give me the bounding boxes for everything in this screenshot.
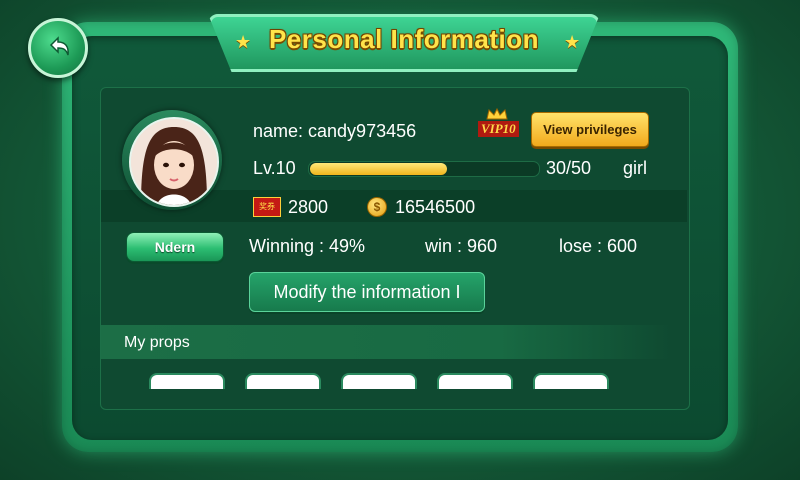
exp-progress-bar [308, 161, 540, 177]
vip-badge: VIP10 [478, 121, 519, 137]
coin-icon: $ [367, 197, 387, 217]
exp-progress-fill [310, 163, 447, 175]
coin-count: 16546500 [395, 197, 476, 217]
modify-information-button[interactable]: Modify the information I [249, 272, 485, 312]
props-title: My props [124, 334, 190, 351]
title-button[interactable]: Ndern [126, 232, 224, 262]
crown-icon [486, 108, 508, 120]
prop-slot[interactable] [533, 373, 609, 389]
back-button[interactable] [28, 18, 88, 78]
player-name: name: candy973456 [253, 121, 417, 141]
view-privileges-button[interactable]: View privileges [531, 112, 649, 147]
avatar-portrait [131, 119, 217, 205]
winning-rate: Winning : 49% [249, 236, 366, 256]
level-label: Lv.10 [253, 158, 296, 178]
exp-text: 30/50 [546, 158, 592, 178]
gender-label: girl [623, 158, 648, 178]
prop-slot[interactable] [437, 373, 513, 389]
ticket-count: 2800 [288, 197, 329, 217]
page-title: Personal Information [268, 24, 540, 54]
ticket-icon: 奖券 [253, 197, 281, 217]
prop-slot[interactable] [341, 373, 417, 389]
win-count: win : 960 [425, 236, 498, 256]
back-arrow-icon [49, 36, 69, 56]
prop-slot[interactable] [245, 373, 321, 389]
avatar[interactable] [129, 117, 219, 207]
lose-count: lose : 600 [559, 236, 638, 256]
prop-slot[interactable] [149, 373, 225, 389]
